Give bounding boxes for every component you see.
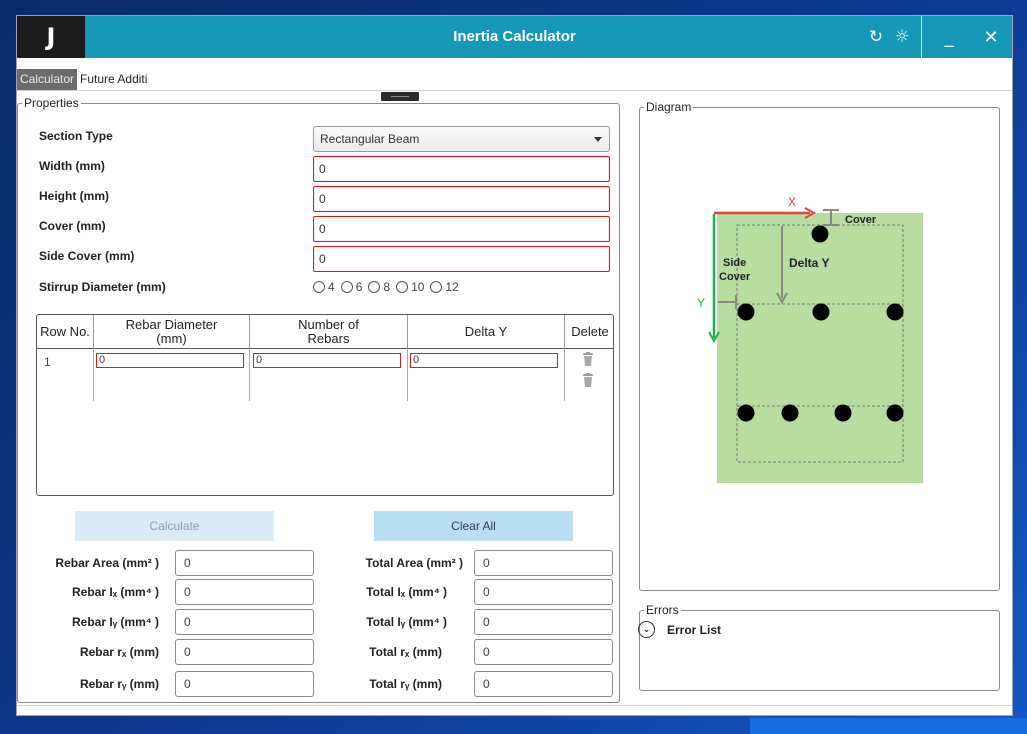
rebar-dot bbox=[737, 303, 755, 321]
chevron-down-icon: ⌄ bbox=[638, 621, 655, 638]
rebar-dot bbox=[812, 303, 830, 321]
error-list-label: Error List bbox=[667, 622, 722, 637]
error-list-toggle[interactable]: ⌄ Error List bbox=[638, 621, 721, 638]
rebar-dot bbox=[834, 404, 852, 422]
delta-y-label: Delta Y bbox=[789, 256, 829, 270]
rebar-dot bbox=[781, 404, 799, 422]
errors-legend: Errors bbox=[646, 603, 679, 617]
rebar-dot bbox=[811, 225, 829, 243]
y-axis-label: Y bbox=[697, 296, 705, 310]
errors-group: Errors bbox=[639, 603, 1000, 691]
rebar-dot bbox=[886, 303, 904, 321]
taskbar-accent bbox=[750, 718, 1027, 734]
rebar-dot bbox=[737, 404, 755, 422]
rebar-dot bbox=[886, 404, 904, 422]
app-window: J Inertia Calculator ↻ ☼ _ ✕ Calculator … bbox=[16, 15, 1013, 716]
x-axis-label: X bbox=[788, 195, 796, 209]
side-cover-label-1: Side bbox=[723, 257, 746, 269]
status-bar bbox=[17, 705, 1012, 715]
side-cover-label-2: Cover bbox=[719, 271, 751, 283]
cover-label: Cover bbox=[845, 214, 877, 226]
section-rect bbox=[717, 213, 923, 483]
